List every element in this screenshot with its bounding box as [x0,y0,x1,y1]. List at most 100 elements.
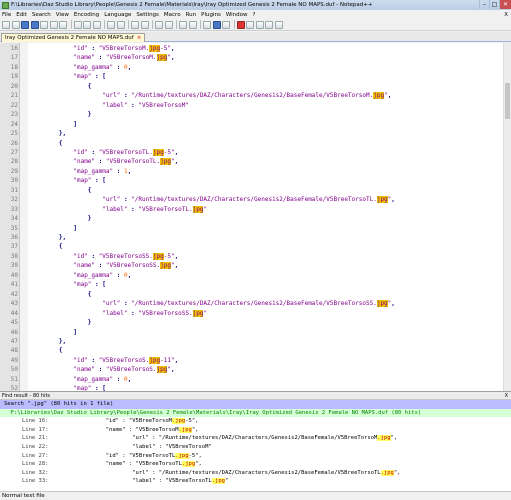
code-line[interactable]: 18 "map_gamma" : 0, [0,63,503,72]
menu-plugins[interactable]: Plugins [201,12,221,18]
menu-edit[interactable]: Edit [16,12,27,18]
find-panel-close-button[interactable]: X [505,392,508,400]
save-icon[interactable] [21,20,29,29]
wrap-icon[interactable] [203,20,211,29]
zoom-in-icon[interactable] [155,20,163,29]
menu-view[interactable]: View [56,12,69,18]
code-line[interactable]: 21 "url" : "/Runtime/textures/DAZ/Charac… [0,91,503,100]
code-line[interactable]: 36 }, [0,233,503,242]
find-result-row[interactable]: Line 33: "label" : "V5BreeTorsoTL.jpg" [0,477,511,486]
scrollbar-thumb[interactable] [505,83,510,119]
zoom-out-icon[interactable] [164,20,173,29]
menu-encoding[interactable]: Encoding [74,12,99,18]
code-line[interactable]: 48 { [0,346,503,355]
sync-h-icon[interactable] [188,20,197,29]
find-result-row[interactable]: Line 16: "id" : "V5BreeTorsoM.jpg-5", [0,417,511,426]
code-line[interactable]: 16 "id" : "V5BreeTorsoM.jpg-5", [0,44,503,53]
code-line[interactable]: 24 ] [0,120,503,129]
code-line[interactable]: 30 "map" : [ [0,176,503,185]
indent-guide-icon[interactable] [222,20,230,29]
toolbar-separator [200,20,201,29]
close-document-button[interactable]: X [504,12,508,18]
find-result-row[interactable]: Line 17: "name" : "V5BreeTorsoM.jpg", [0,426,511,435]
code-line[interactable]: 20 { [0,82,503,91]
code-line[interactable]: 45 } [0,318,503,327]
sync-v-icon[interactable] [179,20,187,29]
line-number: 39 [10,262,18,270]
undo-icon[interactable] [107,20,115,29]
code-line[interactable]: 27 "id" : "V5BreeTorsoTL.jpg-5", [0,148,503,157]
code-line[interactable]: 35 ] [0,224,503,233]
editor-area[interactable]: 16 "id" : "V5BreeTorsoM.jpg-5", 17 "name"… [0,43,511,391]
code-line[interactable]: 49 "id" : "V5BreeTorsoS.jpg-11", [0,356,503,365]
maximize-button[interactable]: □ [489,0,499,9]
open-icon[interactable] [11,20,20,29]
code-line[interactable]: 52 "map" : [ [0,384,503,391]
vertical-scrollbar[interactable] [503,43,511,391]
run-macro-icon[interactable] [265,20,273,29]
code-line[interactable]: 22 "label" : "V5BreeTorsoM" [0,101,503,110]
menu-language[interactable]: Language [104,12,131,18]
code-line[interactable]: 17 "name" : "V5BreeTorsoM.jpg", [0,53,503,62]
menu-settings[interactable]: Settings [136,12,159,18]
code-line[interactable]: 19 "map" : [ [0,72,503,81]
cut-icon[interactable] [73,20,82,29]
code-line[interactable]: 42 { [0,290,503,299]
new-file-icon[interactable] [2,20,10,29]
menu-macro[interactable]: Macro [164,12,181,18]
replace-icon[interactable] [140,20,149,29]
code-line[interactable]: 23 } [0,110,503,119]
code-line[interactable]: 31 { [0,186,503,195]
code-line[interactable]: 37 { [0,242,503,251]
copy-icon[interactable] [83,20,91,29]
paste-icon[interactable] [92,20,101,29]
code-line[interactable]: 43 "url" : "/Runtime/textures/DAZ/Charac… [0,299,503,308]
code-line[interactable]: 25 }, [0,129,503,138]
code-line[interactable]: 51 "map_gamma" : 0, [0,375,503,384]
line-number: 35 [10,224,18,232]
menu-search[interactable]: Search [32,12,51,18]
code-line[interactable]: 26 { [0,139,503,148]
code-line[interactable]: 41 "map" : [ [0,280,503,289]
all-chars-icon[interactable] [212,20,221,29]
menu-window[interactable]: Window [226,12,248,18]
search-summary-line[interactable]: Search ".jpg" (80 hits in 1 file) [0,400,511,409]
search-file-line[interactable]: F:\Libraries\Daz Studio Library\People\G… [0,408,511,418]
redo-icon[interactable] [116,20,125,29]
close-icon[interactable] [40,20,48,29]
code-line[interactable]: 28 "name" : "V5BreeTorsoTL.jpg", [0,157,503,166]
code-line[interactable]: 29 "map_gamma" : 1, [0,167,503,176]
find-result-row[interactable]: Line 28: "name" : "V5BreeTorsoTL.jpg", [0,460,511,469]
menu-file[interactable]: File [2,12,11,18]
line-code: "url" : "/Runtime/textures/DAZ/Character… [102,300,395,308]
print-icon[interactable] [59,20,67,29]
line-code: { [87,186,92,194]
save-all-icon[interactable] [30,20,39,29]
code-line[interactable]: 47 }, [0,337,503,346]
find-result-row[interactable]: Line 22: "label" : "V5BreeTorsoM" [0,443,511,452]
code-line[interactable]: 33 "label" : "V5BreeTorsoTL.jpg" [0,205,503,214]
find-result-row[interactable]: Line 27: "id" : "V5BreeTorsoTL.jpg-5", [0,452,511,461]
tab-document[interactable]: Iray Optimized Genesis 2 Female NO MAPS.… [1,33,146,42]
code-line[interactable]: 39 "name" : "V5BreeTorsoSS.jpg", [0,261,503,270]
menu-help[interactable]: ? [253,12,256,18]
record-macro-icon[interactable] [236,20,245,29]
menu-run[interactable]: Run [186,12,197,18]
find-result-row[interactable]: Line 21: "url" : "/Runtime/textures/DAZ/… [0,434,511,443]
code-line[interactable]: 44 "label" : "V5BreeTorsoSS.jpg" [0,309,503,318]
close-window-button[interactable]: ✕ [499,0,511,9]
code-line[interactable]: 38 "id" : "V5BreeTorsoSS.jpg-5", [0,252,503,261]
save-macro-icon[interactable] [274,20,283,29]
find-result-row[interactable]: Line 32: "url" : "/Runtime/textures/DAZ/… [0,469,511,478]
code-line[interactable]: 40 "map_gamma" : 0, [0,271,503,280]
code-line[interactable]: 32 "url" : "/Runtime/textures/DAZ/Charac… [0,195,503,204]
code-line[interactable]: 46 ] [0,328,503,337]
play-macro-icon[interactable] [255,20,264,29]
close-all-icon[interactable] [49,20,58,29]
code-line[interactable]: 50 "name" : "V5BreeTorsoS.jpg", [0,365,503,374]
tab-close-icon[interactable]: × [137,35,142,41]
find-icon[interactable] [131,20,139,29]
code-line[interactable]: 34 } [0,214,503,223]
minimize-button[interactable]: – [479,0,489,9]
stop-macro-icon[interactable] [246,20,254,29]
